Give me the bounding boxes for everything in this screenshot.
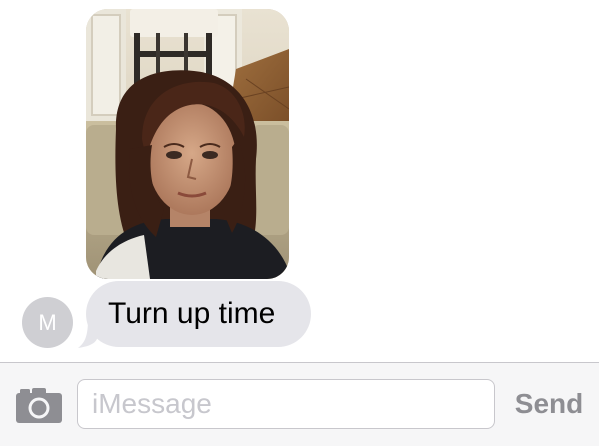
message-text: Turn up time — [108, 297, 276, 330]
messages-screen: M Turn up time Send — [0, 0, 599, 446]
send-button[interactable]: Send — [506, 379, 592, 429]
avatar-initial: M — [38, 310, 57, 335]
photo-image — [86, 9, 289, 279]
message-composer: Send — [0, 362, 599, 446]
conversation-thread[interactable]: M Turn up time — [0, 0, 599, 362]
message-input[interactable] — [77, 379, 495, 429]
camera-button[interactable] — [14, 385, 64, 425]
photo-message[interactable] — [86, 9, 289, 279]
received-message-bubble[interactable]: Turn up time — [86, 281, 311, 347]
contact-avatar[interactable]: M — [22, 297, 73, 348]
camera-icon — [16, 388, 62, 423]
